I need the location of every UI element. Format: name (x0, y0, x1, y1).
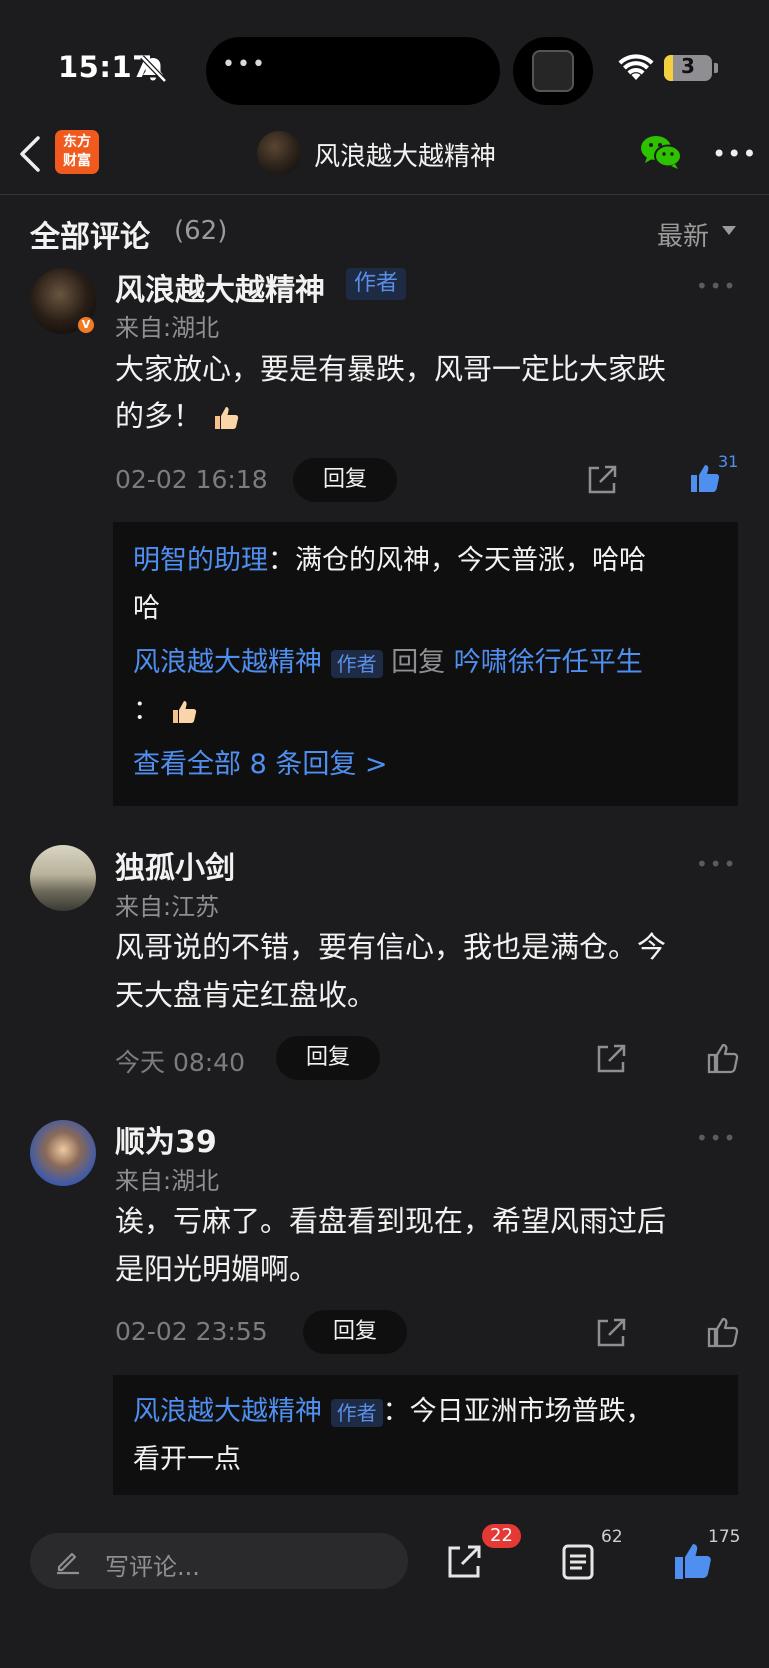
wechat-icon[interactable] (640, 134, 682, 170)
comment-text-line1: 诶，亏麻了。看盘看到现在，希望风雨过后 (115, 1204, 667, 1238)
reply-text: 今日亚洲市场普跌， (409, 1396, 653, 1427)
share-icon[interactable] (585, 463, 619, 497)
logo-line1: 东方 (63, 134, 91, 150)
pencil-icon (57, 1552, 79, 1575)
chevron-down-icon[interactable] (722, 226, 736, 235)
avatar[interactable] (30, 845, 96, 911)
comment-time: 今天 08:40 (115, 1048, 245, 1077)
island-dots: ••• (222, 52, 267, 77)
battery-cap (714, 63, 718, 73)
reply-item: 风浪越大越精神 作者 ：今日亚洲市场普跌， (133, 1389, 723, 1434)
comment-input-placeholder[interactable]: 写评论... (105, 1547, 200, 1582)
header-avatar[interactable] (257, 131, 301, 175)
page-title[interactable]: 风浪越大越精神 (314, 136, 496, 173)
reply-separator: ： (268, 545, 295, 576)
comment-text-line2-text: 的多！ (115, 399, 203, 433)
reply-text-line2: 看开一点 (133, 1444, 241, 1475)
comment-username[interactable]: 风浪越大越精神 (115, 265, 325, 309)
share-icon[interactable] (594, 1316, 628, 1350)
thumbs-up-emoji-icon (215, 407, 239, 429)
comment-origin: 来自:湖北 (115, 314, 220, 342)
comment-origin: 来自:湖北 (115, 1167, 220, 1195)
reply-button[interactable]: 回复 (293, 458, 397, 502)
reply-separator: ： (382, 1396, 410, 1427)
app-logo[interactable]: 东方 财富 (55, 130, 99, 174)
comment-text-line2: 是阳光明媚啊。 (115, 1252, 319, 1286)
comment-text-line1: 风哥说的不错，要有信心，我也是满仓。今 (115, 930, 667, 964)
comment-text-line1: 大家放心，要是有暴跌，风哥一定比大家跌 (115, 352, 667, 386)
comment-input[interactable] (30, 1533, 408, 1589)
author-tag: 作者 (330, 649, 383, 678)
sort-dropdown[interactable]: 最新 (657, 216, 709, 253)
more-menu-icon[interactable]: ••• (712, 140, 757, 168)
reply-username[interactable]: 明智的助理 (133, 545, 268, 576)
reply-word: 回复 (391, 647, 446, 678)
reply-button[interactable]: 回复 (276, 1036, 380, 1080)
comment-text-line2: 天大盘肯定红盘收。 (115, 978, 377, 1012)
reply-target-username[interactable]: 吟啸徐行任平生 (454, 647, 643, 678)
comment-time: 02-02 16:18 (115, 465, 268, 494)
author-tag: 作者 (346, 268, 407, 300)
comment-username[interactable]: 独孤小剑 (115, 843, 235, 887)
comment-username[interactable]: 顺为39 (115, 1117, 217, 1161)
back-icon[interactable] (16, 134, 44, 174)
reply-username[interactable]: 风浪越大越精神 (133, 647, 322, 678)
comment-text-line2: 的多！ (115, 393, 241, 440)
comment-count: 62 (601, 1527, 623, 1547)
comment-time: 02-02 23:55 (115, 1317, 268, 1346)
reply-separator: ： (133, 695, 160, 726)
comment-more-icon[interactable]: ••• (696, 1126, 737, 1150)
thumbs-up-icon[interactable] (706, 1315, 740, 1349)
comment-more-icon[interactable]: ••• (696, 852, 737, 876)
share-count-badge: 22 (482, 1524, 521, 1548)
thumbs-up-icon[interactable] (688, 461, 722, 495)
reply-text-line2: ： (133, 688, 199, 733)
reply-item: 风浪越大越精神 作者 回复 吟啸徐行任平生 (133, 640, 723, 685)
share-icon[interactable] (594, 1042, 628, 1076)
all-comments-count: (62) (174, 216, 228, 246)
header-divider (0, 194, 769, 195)
share-icon[interactable] (444, 1542, 484, 1582)
logo-line2: 财富 (63, 153, 91, 169)
like-count: 31 (718, 452, 739, 471)
comment-origin: 来自:江苏 (115, 893, 220, 921)
reply-item: 明智的助理：满仓的风神，今天普涨，哈哈 (133, 538, 723, 583)
bell-slash-icon (140, 55, 167, 83)
reply-button[interactable]: 回复 (303, 1310, 407, 1354)
wifi-icon (618, 54, 654, 80)
comment-more-icon[interactable]: ••• (696, 274, 737, 298)
album-art-icon (532, 50, 574, 92)
avatar[interactable] (30, 1120, 96, 1186)
like-count: 175 (708, 1527, 741, 1547)
reply-username[interactable]: 风浪越大越精神 (133, 1396, 322, 1427)
comment-list-icon[interactable] (558, 1542, 598, 1582)
view-all-replies-link[interactable]: 查看全部 8 条回复 > (133, 742, 388, 787)
author-tag: 作者 (330, 1398, 383, 1427)
thumbs-up-emoji-icon (172, 700, 196, 723)
verified-badge-icon: V (76, 315, 96, 335)
battery-text: 3 (681, 54, 695, 78)
thumbs-up-icon[interactable] (706, 1041, 740, 1075)
reply-text-line2: 哈 (133, 593, 160, 624)
reply-text: 满仓的风神，今天普涨，哈哈 (295, 545, 646, 576)
all-comments-title: 全部评论 (30, 220, 150, 255)
